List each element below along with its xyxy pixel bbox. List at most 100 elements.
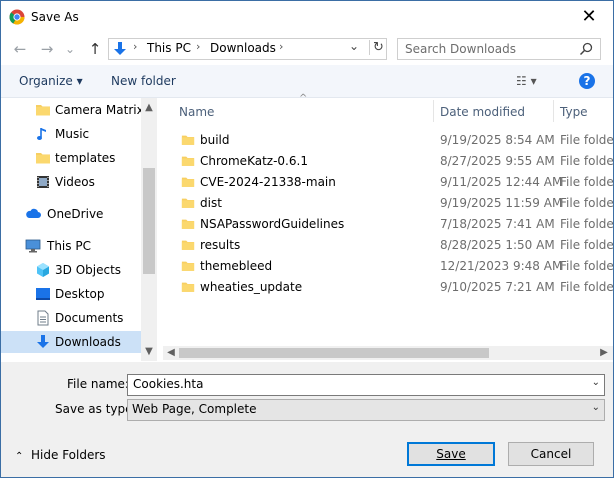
chrome-icon (9, 9, 25, 25)
file-type: File folder (560, 280, 614, 294)
sidebar-item-label: Documents (55, 311, 124, 325)
scroll-up-arrow-icon[interactable]: ▲ (141, 100, 157, 116)
sidebar-item-music[interactable]: Music (1, 123, 141, 145)
file-row[interactable]: results 8/28/2025 1:50 AM File folder (163, 235, 613, 256)
up-button[interactable]: ↑ (86, 40, 104, 58)
search-input[interactable]: Search Downloads (397, 38, 601, 60)
new-folder-button[interactable]: New folder (111, 74, 176, 88)
scrollbar-thumb[interactable] (179, 348, 489, 358)
save-type-label: Save as type: (55, 402, 137, 416)
folder-icon (181, 175, 195, 189)
scroll-down-arrow-icon[interactable]: ▼ (141, 344, 157, 360)
save-type-select[interactable]: Web Page, Complete ⌄ (127, 399, 605, 421)
file-row[interactable]: ChromeKatz-0.6.1 8/27/2025 9:55 AM File fo… (163, 151, 613, 172)
address-bar[interactable]: › This PC › Downloads › ⌄ ↻ (108, 38, 387, 60)
file-type: File folder (560, 133, 614, 147)
sidebar-item-videos[interactable]: Videos (1, 171, 141, 193)
file-name: dist (200, 196, 222, 210)
folder-icon (181, 259, 195, 273)
file-date: 9/11/2025 12:44 AM (440, 175, 563, 189)
download-icon (114, 42, 126, 55)
column-header-date[interactable]: Date modified (440, 105, 525, 119)
column-headers: ^ Name Date modified Type (163, 93, 613, 124)
file-name-label: File name: (67, 377, 129, 391)
save-button[interactable]: Save (407, 442, 495, 466)
sidebar-item-label: 3D Objects (55, 263, 122, 277)
folder-icon (181, 196, 195, 210)
close-button[interactable]: ✕ (575, 5, 603, 29)
folder-icon (181, 217, 195, 231)
scrollbar-thumb[interactable] (143, 168, 155, 274)
sidebar-item-documents[interactable]: Documents (1, 307, 141, 329)
title-bar: Save As ✕ (1, 1, 613, 34)
cube-icon (35, 262, 51, 278)
desktop-icon (35, 286, 51, 302)
sidebar-item-desktop[interactable]: Desktop (1, 283, 141, 305)
chevron-down-icon[interactable]: ⌄ (592, 377, 600, 388)
breadcrumb-separator: › (133, 40, 138, 53)
change-view-button[interactable]: ☷ ▾ (516, 74, 537, 88)
save-type-value[interactable]: Web Page, Complete (132, 402, 257, 416)
save-form: File name: Cookies.hta ⌄ Save as type: W… (1, 362, 613, 477)
hide-folders-button[interactable]: ⌃ Hide Folders (15, 448, 106, 462)
breadcrumb-separator: › (196, 40, 201, 53)
file-type: File folder (560, 154, 614, 168)
navigation-bar: ← → ⌄ ↑ › This PC › Downloads › ⌄ ↻ Sear… (1, 34, 613, 64)
back-button[interactable]: ← (11, 40, 29, 58)
cancel-button[interactable]: Cancel (508, 442, 594, 466)
organize-button[interactable]: Organize ▾ (19, 74, 83, 88)
forward-button[interactable]: → (38, 40, 56, 58)
breadcrumb-downloads[interactable]: Downloads (210, 41, 276, 55)
file-name-field[interactable]: Cookies.hta ⌄ (127, 374, 605, 396)
refresh-button[interactable]: ↻ (369, 40, 384, 55)
file-name-value[interactable]: Cookies.hta (133, 377, 203, 391)
recent-locations-button[interactable]: ⌄ (61, 40, 79, 58)
breadcrumb-this-pc[interactable]: This PC (147, 41, 191, 55)
column-header-name[interactable]: Name (179, 105, 214, 119)
folder-icon (181, 238, 195, 252)
file-name: wheaties_update (200, 280, 303, 294)
sidebar-item-label: Videos (55, 175, 95, 189)
sidebar-item-3d-objects[interactable]: 3D Objects (1, 259, 141, 281)
column-divider[interactable] (433, 100, 434, 122)
sidebar-item-onedrive[interactable]: OneDrive (1, 203, 141, 225)
navigation-pane: Camera Matrix Music templates Videos OneDriv… (1, 98, 158, 361)
file-row[interactable]: CVE-2024-21338-main 9/11/2025 12:44 AM Fil… (163, 172, 613, 193)
file-row[interactable]: dist 9/19/2025 11:59 AM File folder (163, 193, 613, 214)
file-row[interactable]: themebleed 12/21/2023 9:48 AM File folder (163, 256, 613, 277)
file-type: File folder (560, 238, 614, 252)
save-button-label: Save (436, 447, 466, 461)
cloud-icon (25, 206, 41, 222)
file-row[interactable]: wheaties_update 9/10/2025 7:21 AM File fol… (163, 277, 613, 298)
scroll-right-arrow-icon[interactable]: ▶ (597, 346, 611, 360)
hide-folders-label: Hide Folders (31, 448, 106, 462)
search-icon[interactable] (579, 42, 593, 56)
file-name: CVE-2024-21338-main (200, 175, 336, 189)
sidebar-item-label: Camera Matrix (55, 103, 144, 117)
folder-icon (181, 280, 195, 294)
horizontal-scrollbar[interactable]: ◀ ▶ (163, 346, 613, 360)
sidebar-item-this-pc[interactable]: This PC (1, 235, 141, 257)
column-divider[interactable] (553, 100, 554, 122)
sidebar-item-templates[interactable]: templates (1, 147, 141, 169)
file-list: ^ Name Date modified Type build 9/19/2025… (163, 93, 613, 361)
computer-icon (25, 238, 41, 254)
sidebar-item-label: Downloads (55, 335, 121, 349)
scroll-left-arrow-icon[interactable]: ◀ (164, 346, 178, 360)
sidebar-item-camera-matrix[interactable]: Camera Matrix (1, 99, 144, 121)
file-type: File folder (560, 217, 614, 231)
file-type: File folder (560, 196, 614, 210)
file-date: 9/10/2025 7:21 AM (440, 280, 555, 294)
file-name: NSAPasswordGuidelines (200, 217, 345, 231)
file-row[interactable]: build 9/19/2025 8:54 AM File folder (163, 130, 613, 151)
sidebar-scrollbar[interactable]: ▲ ▼ (141, 98, 157, 361)
sidebar-item-downloads[interactable]: Downloads (1, 331, 141, 353)
address-dropdown-button[interactable]: ⌄ (349, 39, 359, 53)
file-name: ChromeKatz-0.6.1 (200, 154, 308, 168)
file-name: build (200, 133, 230, 147)
file-date: 8/27/2025 9:55 AM (440, 154, 555, 168)
chevron-down-icon[interactable]: ⌄ (592, 402, 600, 413)
column-header-type[interactable]: Type (560, 105, 588, 119)
help-button[interactable]: ? (579, 73, 595, 89)
file-row[interactable]: NSAPasswordGuidelines 7/18/2025 7:41 AM Fi… (163, 214, 613, 235)
